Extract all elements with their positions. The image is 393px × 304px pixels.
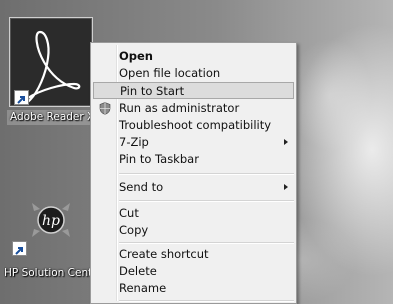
menu-item-label: Open xyxy=(119,49,153,63)
menu-separator xyxy=(119,242,294,244)
menu-item-label: 7-Zip xyxy=(119,135,149,149)
menu-item-run-as-administrator[interactable]: Run as administrator xyxy=(93,100,294,117)
desktop-icon-hp-solution-center[interactable]: hp HP Solution Center xyxy=(4,185,90,285)
menu-item-label: Troubleshoot compatibility xyxy=(119,118,272,132)
svg-text:hp: hp xyxy=(42,213,60,229)
submenu-arrow-icon xyxy=(284,139,288,145)
menu-separator xyxy=(119,173,294,175)
uac-shield-icon xyxy=(99,102,111,115)
desktop-icon-label: Adobe Reader XI xyxy=(7,110,93,125)
menu-item-label: Delete xyxy=(119,264,157,278)
menu-item-pin-to-taskbar[interactable]: Pin to Taskbar xyxy=(93,151,294,168)
menu-item-label: Copy xyxy=(119,223,149,237)
menu-separator xyxy=(119,300,294,302)
menu-item-cut[interactable]: Cut xyxy=(93,205,294,222)
menu-item-label: Run as administrator xyxy=(119,101,240,115)
menu-item-label: Open file location xyxy=(119,66,221,80)
menu-item-label: Create shortcut xyxy=(119,247,209,261)
context-menu: Open Open file location Pin to Start Run… xyxy=(90,42,297,304)
menu-item-label: Pin to Taskbar xyxy=(119,152,199,166)
menu-item-send-to[interactable]: Send to xyxy=(93,179,294,196)
menu-item-copy[interactable]: Copy xyxy=(93,222,294,239)
menu-item-delete[interactable]: Delete xyxy=(93,263,294,280)
hp-logo-icon: hp xyxy=(32,203,70,237)
menu-item-label: Send to xyxy=(119,180,164,194)
submenu-arrow-icon xyxy=(284,184,288,190)
menu-item-pin-to-start[interactable]: Pin to Start xyxy=(93,82,294,99)
desktop-icon-label: HP Solution Center xyxy=(4,267,90,279)
shortcut-arrow-icon xyxy=(14,90,29,105)
menu-item-label: Rename xyxy=(119,281,167,295)
menu-item-7zip[interactable]: 7-Zip xyxy=(93,134,294,151)
menu-item-create-shortcut[interactable]: Create shortcut xyxy=(93,246,294,263)
menu-item-label: Pin to Start xyxy=(120,84,185,98)
adobe-reader-tile xyxy=(9,17,93,107)
menu-item-open[interactable]: Open xyxy=(93,48,294,65)
shortcut-arrow-icon xyxy=(12,241,27,256)
menu-item-troubleshoot-compatibility[interactable]: Troubleshoot compatibility xyxy=(93,117,294,134)
menu-separator xyxy=(119,200,294,202)
menu-item-rename[interactable]: Rename xyxy=(93,280,294,297)
menu-item-open-file-location[interactable]: Open file location xyxy=(93,65,294,82)
menu-item-label: Cut xyxy=(119,206,139,220)
desktop-icon-adobe-reader[interactable]: Adobe Reader XI xyxy=(7,13,93,131)
